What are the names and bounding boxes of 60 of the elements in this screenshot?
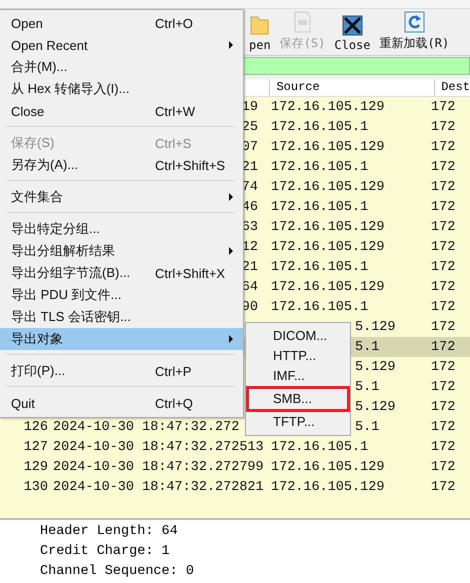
- source-address: 172.16.105.129: [271, 140, 384, 154]
- destination-address: 172: [431, 440, 456, 454]
- destination-address: 172: [431, 280, 456, 294]
- source-address: 5.129: [355, 360, 396, 374]
- source-address: 172.16.105.129: [271, 220, 384, 234]
- source-address: 172.16.105.129: [271, 280, 384, 294]
- packet-number: 126: [24, 420, 48, 434]
- source-address: 172.16.105.1: [271, 300, 368, 314]
- source-address: 172.16.105.1: [271, 440, 368, 454]
- source-address: 5.1: [355, 420, 380, 434]
- shortcut-label: Ctrl+P: [155, 364, 192, 378]
- packet-number: 130: [24, 480, 48, 494]
- destination-address: 172: [431, 180, 456, 194]
- detail-line: Header Length: 64: [40, 523, 179, 541]
- source-address: 172.16.105.1: [271, 120, 368, 134]
- destination-address: 172: [431, 400, 456, 414]
- destination-address: 172: [431, 460, 456, 474]
- source-address: 172.16.105.129: [271, 100, 384, 114]
- destination-address: 172: [431, 240, 456, 254]
- packet-time: 74: [242, 180, 258, 194]
- source-address: 172.16.105.129: [271, 180, 384, 194]
- shortcut-label: Ctrl+Shift+S: [155, 158, 226, 172]
- source-address: 172.16.105.1: [271, 260, 368, 274]
- packet-time: 19: [242, 100, 258, 114]
- packet-time: 2024-10-30 18:47:32.272799: [53, 460, 264, 474]
- shortcut-label: Ctrl+Shift+X: [155, 266, 226, 280]
- destination-address: 172: [431, 380, 456, 394]
- source-address: 172.16.105.129: [271, 240, 384, 254]
- source-address: 172.16.105.129: [271, 480, 384, 494]
- destination-address: 172: [431, 300, 456, 314]
- shortcut-label: Ctrl+O: [155, 16, 193, 30]
- destination-address: 172: [431, 220, 456, 234]
- destination-address: 172: [431, 100, 456, 114]
- destination-address: 172: [431, 120, 456, 134]
- destination-address: 172: [431, 320, 456, 334]
- shortcut-label: Ctrl+Q: [155, 396, 193, 410]
- shortcut-label: Ctrl+W: [155, 104, 196, 118]
- destination-address: 172: [431, 420, 456, 434]
- destination-address: 172: [431, 360, 456, 374]
- source-address: 5.129: [355, 400, 396, 414]
- detail-line: Channel Sequence: 0: [40, 563, 195, 581]
- source-address: 5.1: [355, 340, 380, 354]
- destination-address: 172: [431, 340, 456, 354]
- destination-address: 172: [431, 480, 456, 494]
- source-address: 5.1: [355, 380, 380, 394]
- destination-address: 172: [431, 160, 456, 174]
- packet-number: 129: [24, 460, 48, 474]
- packet-time: 2024-10-30 18:47:32.272: [53, 420, 240, 434]
- source-address: 5.129: [355, 320, 396, 334]
- detail-line: Credit Charge: 1: [40, 543, 171, 561]
- packet-number: 127: [24, 440, 48, 454]
- shortcut-label: Ctrl+S: [155, 136, 192, 150]
- packet-time: 2024-10-30 18:47:32.272513: [53, 440, 264, 454]
- packet-time: 2024-10-30 18:47:32.272821: [53, 480, 264, 494]
- source-address: 172.16.105.1: [271, 160, 368, 174]
- source-address: 172.16.105.1: [271, 200, 368, 214]
- destination-address: 172: [431, 200, 456, 214]
- destination-address: 172: [431, 260, 456, 274]
- source-address: 172.16.105.129: [271, 460, 384, 474]
- destination-address: 172: [431, 140, 456, 154]
